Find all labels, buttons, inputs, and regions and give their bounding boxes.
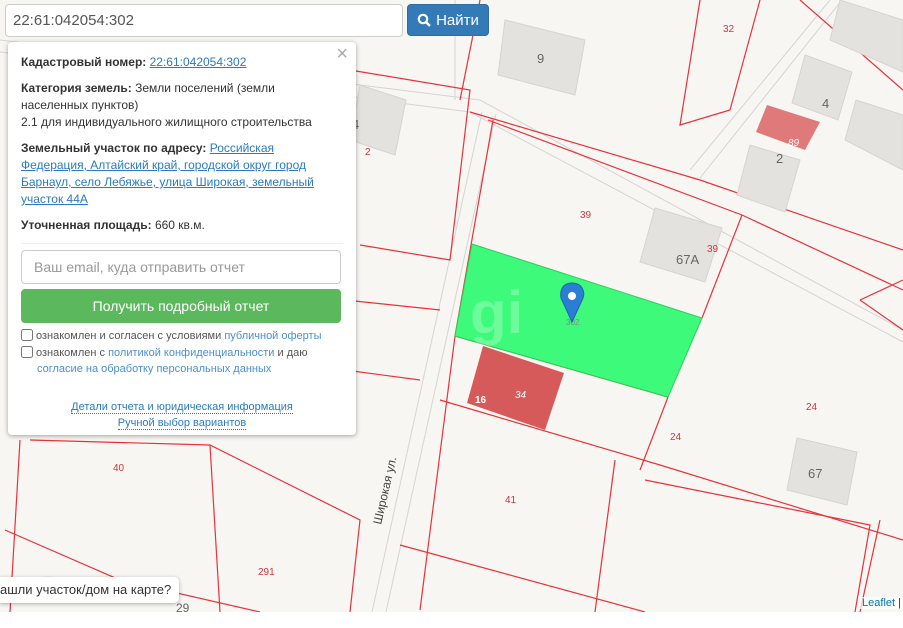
divider xyxy=(21,243,343,244)
svg-text:39: 39 xyxy=(580,210,592,221)
svg-text:39: 39 xyxy=(707,244,719,255)
svg-text:24: 24 xyxy=(806,402,818,413)
area-label: Уточненная площадь: xyxy=(21,218,152,232)
svg-text:89: 89 xyxy=(788,138,800,149)
building-label: 67А xyxy=(676,252,699,267)
consent-text: ознакомлен с xyxy=(36,347,109,359)
svg-text:41: 41 xyxy=(505,495,517,506)
building-label: 4 xyxy=(822,96,829,111)
not-found-button[interactable]: ашли участок/дом на карте? xyxy=(0,577,180,603)
svg-text:16: 16 xyxy=(475,395,487,406)
leaflet-link[interactable]: Leaflet xyxy=(862,597,895,609)
usage-value: 2.1 для индивидуального жилищного строит… xyxy=(21,115,312,129)
manual-selection-link[interactable]: Ручной выбор вариантов xyxy=(117,417,247,430)
get-report-button[interactable]: Получить подробный отчет xyxy=(21,289,341,323)
building-label: 67 xyxy=(808,466,822,481)
consent-text: ознакомлен и согласен с условиями xyxy=(36,330,225,342)
cadastral-label: Кадастровый номер: xyxy=(21,55,147,69)
search-button[interactable]: Найти xyxy=(407,4,489,36)
svg-text:gi: gi xyxy=(470,279,523,346)
building-label: 2 xyxy=(776,151,783,166)
personal-data-link[interactable]: согласие на обработку персональных данны… xyxy=(37,363,271,375)
consent-text: и даю xyxy=(274,347,308,359)
svg-text:291: 291 xyxy=(258,567,275,578)
area-value: 660 кв.м. xyxy=(154,218,205,232)
search-button-label: Найти xyxy=(436,11,479,29)
category-label: Категория земель: xyxy=(21,81,132,95)
close-icon[interactable]: × xyxy=(336,44,348,64)
parcel-info-popup: × Кадастровый номер: 22:61:042054:302 Ка… xyxy=(8,42,356,435)
report-details-link[interactable]: Детали отчета и юридическая информация xyxy=(71,401,293,414)
svg-text:29: 29 xyxy=(176,601,190,612)
cadastral-number-link[interactable]: 22:61:042054:302 xyxy=(150,55,247,69)
svg-text:34: 34 xyxy=(515,390,527,401)
privacy-policy-link[interactable]: политикой конфиденциальности xyxy=(108,347,274,359)
search-input[interactable] xyxy=(5,4,403,37)
svg-text:24: 24 xyxy=(670,432,682,443)
map-attribution: Leaflet | xyxy=(860,597,903,609)
building-label: 9 xyxy=(537,51,544,66)
search-icon xyxy=(417,13,431,27)
svg-text:32: 32 xyxy=(723,24,735,35)
svg-text:40: 40 xyxy=(113,463,125,474)
privacy-consent-checkbox[interactable] xyxy=(21,346,33,358)
street-label: Широкая ул. xyxy=(370,455,399,526)
public-offer-link[interactable]: публичной оферты xyxy=(224,330,321,342)
email-input[interactable] xyxy=(21,250,341,284)
address-label: Земельный участок по адресу: xyxy=(21,141,207,155)
svg-text:2: 2 xyxy=(365,147,371,158)
offer-consent-checkbox[interactable] xyxy=(21,329,33,341)
